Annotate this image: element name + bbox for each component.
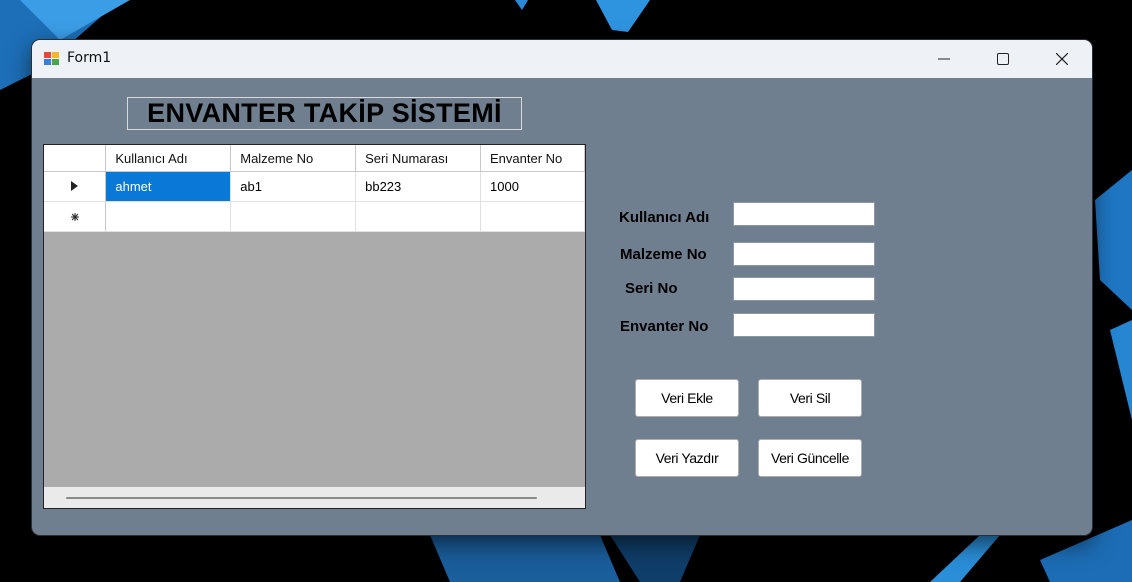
- column-header-seri[interactable]: Seri Numarası: [355, 145, 482, 172]
- title-bar[interactable]: Form1: [32, 40, 1092, 78]
- seri-input[interactable]: [733, 277, 875, 301]
- row-header-new[interactable]: [44, 201, 107, 232]
- grid-table: Kullanıcı Adı Malzeme No Seri Numarası E…: [44, 145, 585, 232]
- seri-label: Seri No: [625, 280, 678, 297]
- envanter-label: Envanter No: [620, 318, 709, 335]
- maximize-button[interactable]: [974, 40, 1032, 78]
- veri-sil-button[interactable]: Veri Sil: [758, 379, 862, 417]
- table-cell[interactable]: bb223: [355, 171, 482, 202]
- table-row[interactable]: ahmet ab1 bb223 1000: [44, 171, 585, 202]
- maximize-icon: [997, 53, 1009, 65]
- veri-yazdir-button[interactable]: Veri Yazdır: [635, 439, 739, 477]
- column-header-malzeme[interactable]: Malzeme No: [230, 145, 357, 172]
- kullanici-input[interactable]: [733, 202, 875, 226]
- current-row-arrow-icon: [70, 181, 78, 191]
- horizontal-scrollbar[interactable]: [44, 487, 585, 508]
- kullanici-label: Kullanıcı Adı: [619, 209, 710, 226]
- column-header-kullanici[interactable]: Kullanıcı Adı: [105, 145, 232, 172]
- column-header-envanter[interactable]: Envanter No: [480, 145, 585, 172]
- new-row[interactable]: [44, 201, 585, 232]
- malzeme-input[interactable]: [733, 242, 875, 266]
- table-cell[interactable]: 1000: [480, 171, 585, 202]
- table-cell[interactable]: [230, 201, 357, 232]
- envanter-input[interactable]: [733, 313, 875, 337]
- table-cell[interactable]: [355, 201, 482, 232]
- minimize-icon: [938, 58, 950, 60]
- scrollbar-thumb[interactable]: [66, 497, 537, 499]
- new-row-asterisk-icon: [70, 213, 79, 221]
- veri-ekle-button[interactable]: Veri Ekle: [635, 379, 739, 417]
- table-cell[interactable]: [105, 201, 232, 232]
- app-icon: [44, 52, 59, 65]
- table-cell[interactable]: ahmet: [105, 171, 232, 202]
- form-window: Form1 ENVANTER TAKİP SİSTEMİ Kullanıcı A…: [32, 40, 1092, 535]
- table-cell[interactable]: ab1: [230, 171, 357, 202]
- window-title: Form1: [67, 50, 112, 66]
- close-icon: [1056, 53, 1068, 65]
- table-cell[interactable]: [480, 201, 585, 232]
- malzeme-label: Malzeme No: [620, 246, 707, 263]
- close-button[interactable]: [1033, 40, 1091, 78]
- row-header-current[interactable]: [44, 171, 107, 202]
- data-grid[interactable]: Kullanıcı Adı Malzeme No Seri Numarası E…: [43, 144, 586, 509]
- grid-header-row: Kullanıcı Adı Malzeme No Seri Numarası E…: [44, 145, 585, 172]
- page-title: ENVANTER TAKİP SİSTEMİ: [127, 97, 522, 130]
- grid-corner-header[interactable]: [44, 145, 107, 172]
- minimize-button[interactable]: [915, 40, 973, 78]
- veri-guncelle-button[interactable]: Veri Güncelle: [758, 439, 862, 477]
